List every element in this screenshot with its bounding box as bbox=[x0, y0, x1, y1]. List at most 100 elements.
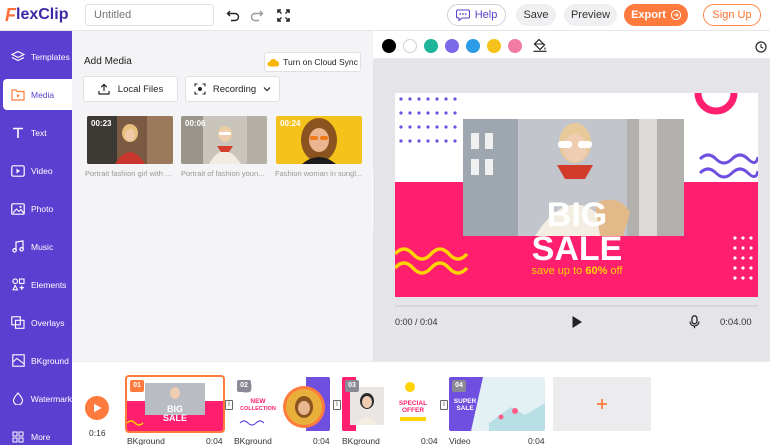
project-title-input[interactable] bbox=[85, 4, 214, 26]
sidebar-item-media[interactable]: Media bbox=[3, 79, 72, 110]
paint-bucket-icon[interactable] bbox=[533, 38, 547, 57]
cloud-icon bbox=[267, 58, 280, 66]
sidebar-item-label: Video bbox=[31, 165, 53, 176]
play-icon[interactable] bbox=[571, 315, 583, 334]
local-files-label: Local Files bbox=[117, 83, 164, 95]
clip-label: BKground bbox=[127, 436, 165, 445]
preview-button[interactable]: Preview bbox=[564, 4, 617, 26]
transition-icon[interactable]: I bbox=[440, 400, 448, 410]
big-sale-template-graphic: BIG SALE save up to 60% off bbox=[395, 93, 758, 297]
sidebar-item-music[interactable]: Music bbox=[3, 231, 72, 262]
add-clip-button[interactable] bbox=[553, 377, 651, 431]
timeline-clip[interactable]: SUPER SALE 04 bbox=[449, 377, 545, 431]
local-files-button[interactable]: Local Files bbox=[83, 76, 178, 102]
sidebar-item-video[interactable]: Video bbox=[3, 155, 72, 186]
save-button[interactable]: Save bbox=[516, 4, 556, 26]
clip-duration: 0:04 bbox=[313, 436, 330, 445]
media-item[interactable]: 00:24 bbox=[276, 116, 362, 164]
transition-icon[interactable]: I bbox=[333, 400, 341, 410]
sidebar-item-label: Templates bbox=[31, 51, 70, 62]
left-sidebar: Templates Media Text Video Photo Music E… bbox=[0, 31, 72, 445]
play-icon bbox=[93, 403, 101, 413]
sidebar-item-elements[interactable]: Elements bbox=[3, 269, 72, 300]
record-icon bbox=[194, 83, 206, 95]
sidebar-item-label: More bbox=[31, 431, 51, 442]
seek-bar[interactable] bbox=[395, 305, 758, 307]
sidebar-item-photo[interactable]: Photo bbox=[3, 193, 72, 224]
help-button[interactable]: Help bbox=[447, 4, 506, 26]
timeline-play-button[interactable] bbox=[85, 396, 109, 420]
color-swatch-teal[interactable] bbox=[424, 39, 438, 53]
sidebar-item-label: Watermark bbox=[30, 393, 72, 404]
player-controls: 0:00 / 0:04 0:04.00 bbox=[373, 305, 770, 361]
background-icon bbox=[8, 354, 28, 367]
sidebar-item-label: BKground bbox=[31, 355, 69, 366]
color-swatch-blue[interactable] bbox=[466, 39, 480, 53]
media-panel: Add Media Turn on Cloud Sync Local Files… bbox=[72, 31, 373, 361]
clip-number: 02 bbox=[237, 380, 251, 392]
color-swatch-bar bbox=[373, 31, 770, 59]
clip-number: 01 bbox=[130, 380, 144, 392]
media-item[interactable]: 00:06 bbox=[181, 116, 267, 164]
recording-dropdown[interactable]: Recording bbox=[185, 76, 280, 102]
sidebar-item-overlays[interactable]: Overlays bbox=[3, 307, 72, 338]
upload-icon bbox=[98, 83, 110, 95]
microphone-icon[interactable] bbox=[689, 315, 700, 334]
timeline-clip[interactable]: SPECIAL OFFER 03 bbox=[342, 377, 438, 431]
sidebar-item-more[interactable]: More bbox=[3, 421, 72, 445]
color-swatch-white[interactable] bbox=[403, 39, 417, 53]
sale-subline: save up to 60% off bbox=[532, 265, 624, 277]
sidebar-item-label: Overlays bbox=[31, 317, 65, 328]
watermark-icon bbox=[8, 392, 28, 405]
redo-icon[interactable] bbox=[248, 6, 266, 24]
clip-title-line-2: SALE bbox=[163, 413, 187, 423]
clock-icon[interactable] bbox=[755, 40, 767, 58]
overlays-icon bbox=[8, 316, 28, 329]
sidebar-item-label: Text bbox=[31, 127, 47, 138]
media-folder-icon bbox=[8, 88, 28, 101]
sidebar-item-watermark[interactable]: Watermark bbox=[3, 383, 72, 414]
sale-headline-big: BIG bbox=[547, 196, 607, 234]
sale-subline-prefix: save up to bbox=[532, 265, 586, 277]
clip-title-line-2: SALE bbox=[456, 405, 474, 412]
timeline-clip[interactable]: NEW COLLECTION 02 bbox=[234, 377, 330, 431]
video-preview-stage[interactable]: BIG SALE save up to 60% off bbox=[395, 93, 758, 297]
sale-subline-percent: 60% bbox=[585, 265, 607, 277]
current-time: 0:00 / 0:04 bbox=[395, 317, 438, 327]
fullscreen-icon[interactable] bbox=[274, 6, 292, 24]
color-swatch-black[interactable] bbox=[382, 39, 396, 53]
media-caption: Fashion woman in sungl... bbox=[275, 169, 363, 178]
clip-number: 03 bbox=[345, 380, 359, 392]
sidebar-item-label: Photo bbox=[31, 203, 54, 214]
media-duration: 00:23 bbox=[91, 119, 112, 128]
photo-icon bbox=[8, 202, 28, 215]
sidebar-item-text[interactable]: Text bbox=[3, 117, 72, 148]
clip-number: 04 bbox=[452, 380, 466, 392]
video-icon bbox=[8, 164, 28, 177]
timeline-clip[interactable]: BIG SALE 01 bbox=[125, 375, 225, 433]
sidebar-item-label: Media bbox=[31, 89, 55, 100]
color-swatch-yellow[interactable] bbox=[487, 39, 501, 53]
sign-up-button[interactable]: Sign Up bbox=[703, 4, 761, 26]
music-icon bbox=[8, 240, 28, 253]
media-caption: Portrait fashion girl with ... bbox=[85, 169, 172, 178]
canvas-area: BIG SALE save up to 60% off 0:00 / 0:04 … bbox=[373, 31, 770, 361]
logo-mark: F bbox=[5, 4, 16, 25]
sidebar-item-bkground[interactable]: BKground bbox=[3, 345, 72, 376]
transition-icon[interactable]: I bbox=[225, 400, 233, 410]
media-item[interactable]: 00:23 bbox=[87, 116, 173, 164]
undo-icon[interactable] bbox=[224, 6, 242, 24]
color-swatch-purple[interactable] bbox=[445, 39, 459, 53]
clip-title-line-1: NEW bbox=[250, 398, 266, 405]
cloud-sync-button[interactable]: Turn on Cloud Sync bbox=[264, 52, 361, 72]
color-swatch-pink[interactable] bbox=[508, 39, 522, 53]
clip-title-line-1: SPECIAL bbox=[399, 400, 427, 407]
total-time: 0:04.00 bbox=[720, 317, 752, 328]
flexclip-logo[interactable]: FlexClip bbox=[5, 5, 68, 25]
sale-subline-suffix: off bbox=[607, 265, 623, 277]
timeline: 0:16 BIG SALE 01 BKground 0:04 I NEW COL… bbox=[72, 361, 770, 445]
export-button[interactable]: Export bbox=[624, 4, 688, 26]
clip-duration: 0:04 bbox=[206, 436, 223, 445]
sidebar-item-templates[interactable]: Templates bbox=[3, 41, 72, 72]
chat-bubble-icon bbox=[455, 9, 470, 21]
